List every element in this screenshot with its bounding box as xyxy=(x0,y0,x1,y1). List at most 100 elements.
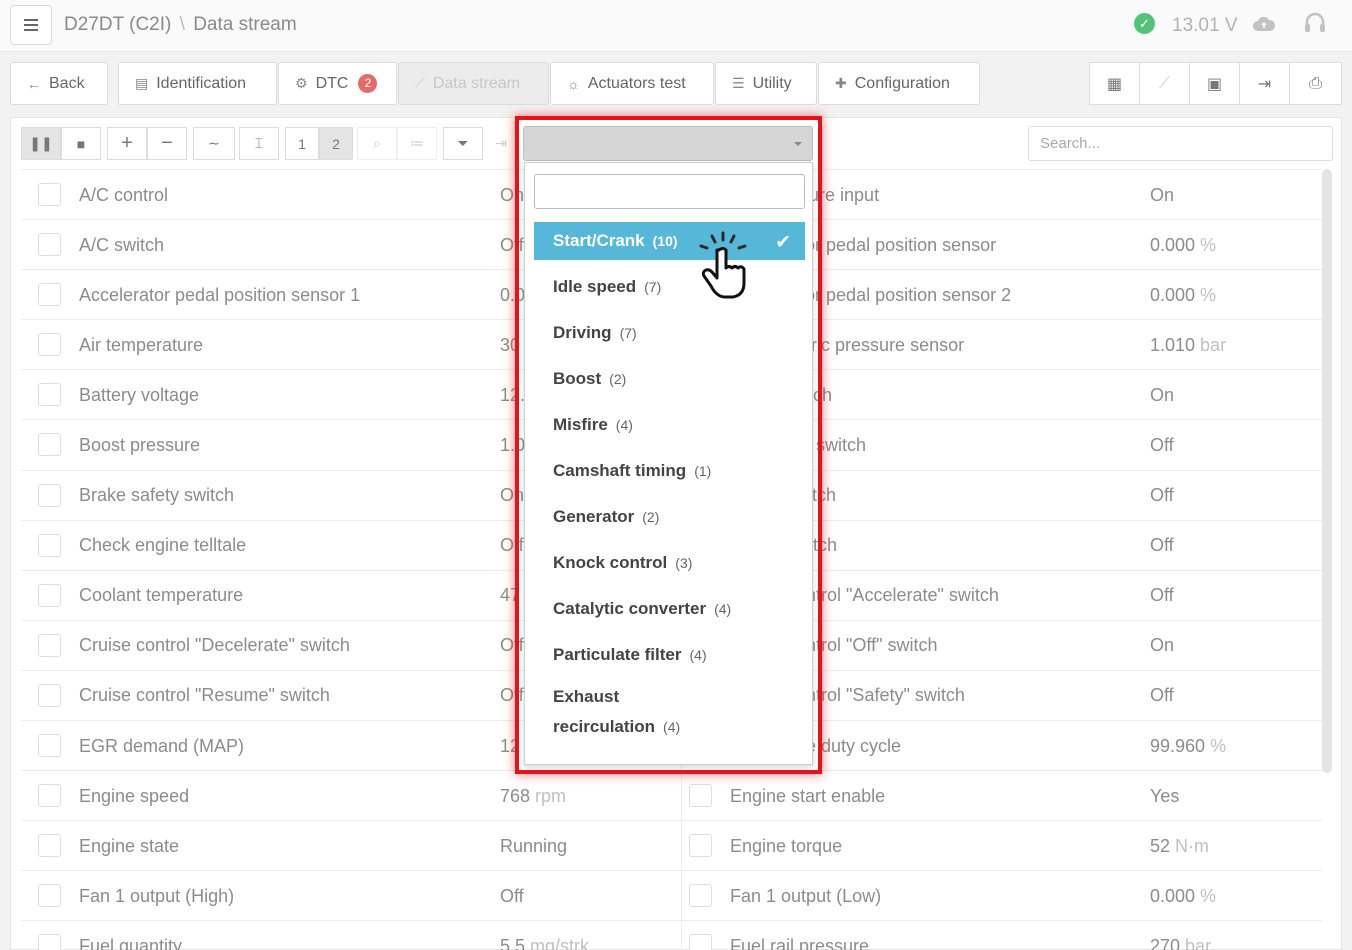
param-name: Fan 1 output (Low) xyxy=(730,885,882,906)
cloud-upload-icon[interactable] xyxy=(1253,16,1275,32)
row-checkbox-left[interactable] xyxy=(38,333,61,357)
configuration-label: Configuration xyxy=(854,74,950,92)
param-value-text: On xyxy=(1150,184,1175,205)
param-value: On xyxy=(1150,370,1320,420)
back-label: Back xyxy=(49,74,85,92)
tab-configuration[interactable]: ✚ Configuration xyxy=(818,62,980,105)
tab-actuators-test[interactable]: ☼ Actuators test xyxy=(550,62,714,105)
breadcrumb-section: Data stream xyxy=(193,14,297,35)
tab-identification[interactable]: ▤ Identification xyxy=(118,62,277,105)
search-data-button[interactable]: ⌕ xyxy=(357,127,397,160)
breadcrumb: D27DT (C2I) \ Data stream xyxy=(64,14,297,36)
param-value-text: 99.960 xyxy=(1150,735,1206,756)
hamburger-menu-button[interactable] xyxy=(10,5,52,45)
row-checkbox-left[interactable] xyxy=(38,884,61,908)
param-name: Battery voltage xyxy=(79,384,200,405)
main-toolbar: ← Back ▤ Identification ⚙ DTC 2 ⟋ Data stream… xyxy=(0,52,1352,114)
page-1-button[interactable]: 1 xyxy=(285,127,319,160)
param-value: Yes xyxy=(1150,771,1320,821)
param-name: Fuel quantity xyxy=(79,935,183,950)
export-button[interactable]: ⇥ xyxy=(487,127,515,160)
tab-utility[interactable]: ☰ Utility xyxy=(715,62,817,105)
row-checkbox-left[interactable] xyxy=(38,283,61,307)
row-checkbox-right[interactable] xyxy=(689,834,712,858)
row-checkbox-left[interactable] xyxy=(38,784,61,808)
filter-clear-icon: ⏷ xyxy=(457,135,469,151)
param-value-text: Off xyxy=(1150,485,1174,506)
search-icon: ⌕ xyxy=(373,135,381,151)
param-name: Cruise control "Decelerate" switch xyxy=(79,635,350,656)
breadcrumb-vehicle[interactable]: D27DT (C2I) xyxy=(64,14,171,35)
search-input[interactable] xyxy=(1028,126,1333,161)
graph-view-button[interactable]: ⟋ xyxy=(1139,62,1190,105)
lightbulb-icon: ☼ xyxy=(567,75,580,92)
param-value: 0.000% xyxy=(1150,270,1320,320)
param-name: Brake safety switch xyxy=(79,485,235,506)
param-name: Engine speed xyxy=(79,785,190,806)
page-2-button[interactable]: 2 xyxy=(319,127,353,160)
row-checkbox-left[interactable] xyxy=(38,483,61,507)
param-value: 768 rpm xyxy=(500,771,680,821)
row-checkbox-left[interactable] xyxy=(38,734,61,758)
fullscreen-button[interactable]: ▣ xyxy=(1189,62,1240,105)
line-chart-icon: ⟋ xyxy=(1158,74,1171,92)
row-checkbox-left[interactable] xyxy=(38,183,61,206)
printer-icon: ⎙ xyxy=(1309,74,1322,92)
param-unit: bar xyxy=(1200,334,1227,355)
smooth-button[interactable]: ∼ xyxy=(193,127,235,160)
plus-icon: + xyxy=(121,132,133,154)
param-value: Off xyxy=(1150,471,1320,521)
row-checkbox-right[interactable] xyxy=(689,934,712,950)
grid-view-button[interactable]: ▦ xyxy=(1089,62,1140,105)
stop-button[interactable]: ■ xyxy=(61,127,101,160)
row-checkbox-left[interactable] xyxy=(38,834,61,858)
param-name: Fuel rail pressure xyxy=(730,935,870,950)
param-value-text: 5.5 xyxy=(500,935,526,950)
param-unit: % xyxy=(1210,735,1227,756)
tab-data-stream[interactable]: ⟋ Data stream xyxy=(398,62,549,105)
zoom-out-button[interactable]: − xyxy=(147,127,187,160)
clear-filter-button[interactable]: ⏷ xyxy=(443,127,483,160)
data-stream-label: Data stream xyxy=(432,74,520,92)
pause-button[interactable]: ❚❚ xyxy=(21,127,61,160)
sign-in-icon: ⇥ xyxy=(1257,75,1272,93)
highlight-frame xyxy=(515,116,822,774)
scrollbar[interactable] xyxy=(1322,169,1332,773)
column-divider xyxy=(681,871,682,922)
print-button[interactable]: ⎙ xyxy=(1289,62,1342,105)
headset-icon[interactable] xyxy=(1304,11,1326,35)
row-checkbox-left[interactable] xyxy=(38,583,61,607)
engine-icon: ⚙ xyxy=(295,75,308,91)
table-row: Engine speed 768 rpm Engine start enable Yes xyxy=(21,770,1322,822)
param-value: Off xyxy=(1150,420,1320,470)
zoom-in-button[interactable]: + xyxy=(107,127,147,160)
align-button[interactable]: ⌶ xyxy=(239,127,279,160)
list-button[interactable]: ≔ xyxy=(397,127,437,160)
text-height-icon: ⌶ xyxy=(254,135,264,151)
row-checkbox-left[interactable] xyxy=(38,433,61,457)
row-checkbox-left[interactable] xyxy=(38,233,61,257)
row-checkbox-left[interactable] xyxy=(38,934,61,950)
back-button[interactable]: ← Back xyxy=(10,62,108,105)
tab-dtc[interactable]: ⚙ DTC 2 xyxy=(278,62,397,105)
param-value-text: Off xyxy=(500,885,524,906)
row-checkbox-left[interactable] xyxy=(38,683,61,707)
param-name: Fan 1 output (High) xyxy=(79,885,235,906)
param-value-text: On xyxy=(1150,384,1175,405)
actuators-label: Actuators test xyxy=(587,74,686,92)
param-unit: mg/strk xyxy=(530,935,590,950)
import-button[interactable]: ⇥ xyxy=(1239,62,1290,105)
row-checkbox-left[interactable] xyxy=(38,633,61,657)
param-value-text: 768 xyxy=(500,785,531,806)
table-row: Engine state Running Engine torque 52 N·m xyxy=(21,820,1322,872)
row-checkbox-right[interactable] xyxy=(689,884,712,908)
row-checkbox-left[interactable] xyxy=(38,383,61,407)
param-name: EGR demand (MAP) xyxy=(79,735,245,756)
row-checkbox-right[interactable] xyxy=(689,784,712,808)
param-name: Check engine telltale xyxy=(79,535,247,556)
row-checkbox-left[interactable] xyxy=(38,533,61,557)
pause-icon: ❚❚ xyxy=(29,135,53,151)
utility-label: Utility xyxy=(752,74,792,92)
param-unit: % xyxy=(1200,234,1217,255)
param-name: Air temperature xyxy=(79,334,204,355)
